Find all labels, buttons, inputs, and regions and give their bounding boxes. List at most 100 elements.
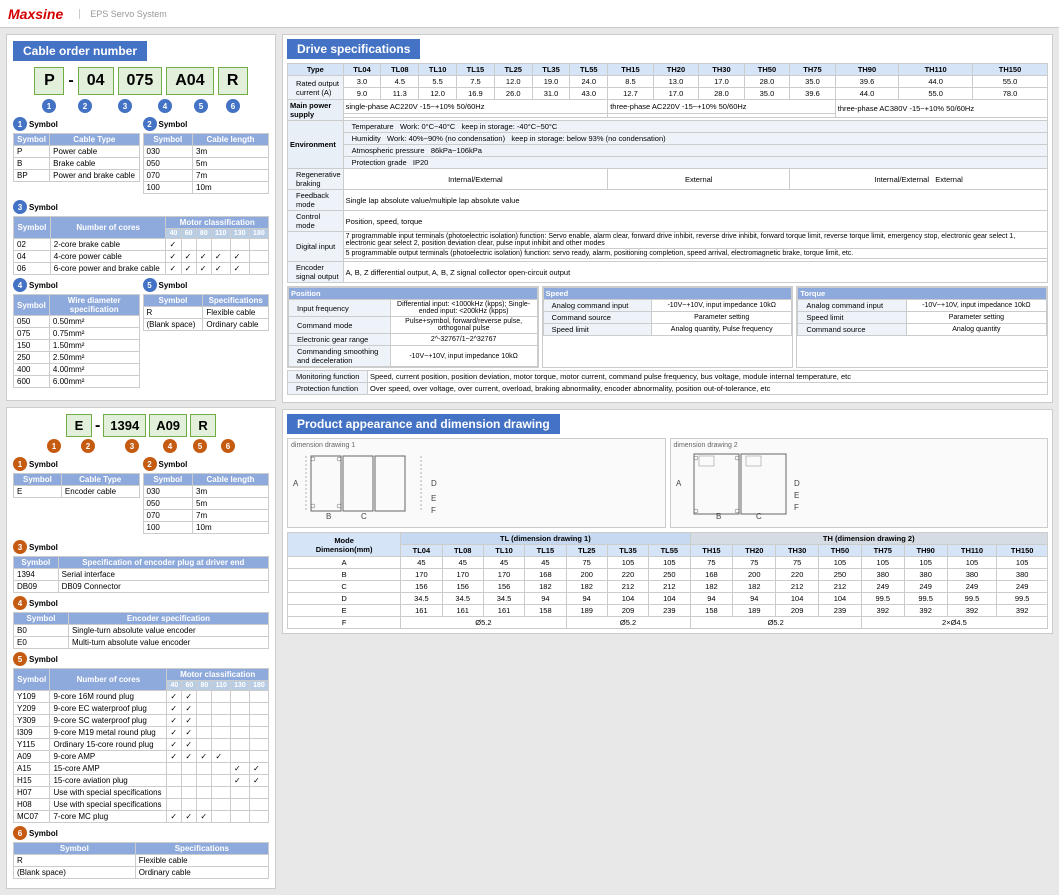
circle-e5: 5 bbox=[193, 439, 207, 453]
right-panel: Drive specifications Type TL04TL08TL10TL… bbox=[282, 34, 1053, 889]
table-row: P bbox=[14, 146, 50, 158]
table-row: 02 bbox=[14, 239, 51, 251]
position-table-container: Position Input frequencyDifferential inp… bbox=[287, 286, 539, 368]
table-row: H15 bbox=[14, 775, 50, 787]
circle-4: 4 bbox=[158, 99, 172, 113]
p-section4: 4Symbol SymbolWire diameter specificatio… bbox=[13, 278, 140, 391]
speed-table-container: Speed Analog command input-10V~+10V, inp… bbox=[542, 286, 794, 368]
drawing-box-2: dimension drawing 2 A B C bbox=[670, 438, 1049, 528]
table-row: 3.0 bbox=[343, 76, 381, 88]
table-row: A15 bbox=[14, 763, 50, 775]
circle-e3: 3 bbox=[125, 439, 139, 453]
table-row: 070 bbox=[143, 510, 193, 522]
p-s4-label: 4Symbol bbox=[13, 278, 140, 292]
p-section5: 5Symbol SymbolSpecifications RFlexible c… bbox=[143, 278, 270, 391]
svg-text:E: E bbox=[431, 494, 436, 503]
monitoring-table: Monitoring function Speed, current posit… bbox=[287, 370, 1048, 395]
table-row: 030 bbox=[143, 146, 193, 158]
p-s5-table: SymbolSpecifications RFlexible cable (Bl… bbox=[143, 294, 270, 331]
cable-order-p-box: Cable order number P - 04 075 A04 R 1 2 … bbox=[6, 34, 276, 401]
table-row: 050 bbox=[143, 158, 193, 170]
circle-2: 2 bbox=[78, 99, 92, 113]
code-cell-075: 075 bbox=[118, 67, 163, 95]
svg-text:F: F bbox=[794, 503, 799, 512]
circle-5: 5 bbox=[194, 99, 208, 113]
p-section3: 3Symbol Symbol Number of cores Motor cla… bbox=[13, 200, 269, 275]
p-section1: 1Symbol SymbolCable Type PPower cable BB… bbox=[13, 117, 140, 197]
table-row: 050 bbox=[14, 316, 50, 328]
e-s5-label: 5Symbol bbox=[13, 652, 269, 666]
e-s2-label: 2Symbol bbox=[143, 457, 270, 471]
svg-text:B: B bbox=[326, 512, 331, 521]
circle-6: 6 bbox=[226, 99, 240, 113]
svg-text:B: B bbox=[716, 512, 721, 521]
table-row: Y115 bbox=[14, 739, 50, 751]
table-row: 070 bbox=[143, 170, 193, 182]
drawing-box-1: dimension drawing 1 A B C bbox=[287, 438, 666, 528]
table-row: 050 bbox=[143, 498, 193, 510]
main-area: Cable order number P - 04 075 A04 R 1 2 … bbox=[0, 28, 1059, 895]
cable-order-e-box: E - 1394 A09 R 1 2 3 4 5 6 bbox=[6, 407, 276, 889]
p-s4-table: SymbolWire diameter specification 0500.5… bbox=[13, 294, 140, 388]
dimension-table: ModeDimension(mm) TL (dimension drawing … bbox=[287, 532, 1048, 629]
code-cell-e: E bbox=[66, 414, 92, 437]
e-s1-label: 1Symbol bbox=[13, 457, 140, 471]
p-section2: 2Symbol SymbolCable length 0303m 0505m 0… bbox=[143, 117, 270, 197]
table-row: (Blank space) bbox=[14, 867, 136, 879]
product-drawing-section: Product appearance and dimension drawing… bbox=[282, 409, 1053, 634]
cable-order-title: Cable order number bbox=[13, 41, 147, 61]
table-row: B bbox=[14, 158, 50, 170]
drive-spec-section: Drive specifications Type TL04TL08TL10TL… bbox=[282, 34, 1053, 403]
e-section2: 2Symbol SymbolCable length 0303m 0505m 0… bbox=[143, 457, 270, 537]
topbar-subtitle: EPS Servo System bbox=[79, 9, 167, 19]
p-s1-table: SymbolCable Type PPower cable BBrake cab… bbox=[13, 133, 140, 182]
e-s4-label: 4Symbol bbox=[13, 596, 269, 610]
code-cell-04: 04 bbox=[78, 67, 114, 95]
table-row: 250 bbox=[14, 352, 50, 364]
code-cell-p: P bbox=[34, 67, 64, 95]
circle-e1: 1 bbox=[47, 439, 61, 453]
circle-3: 3 bbox=[118, 99, 132, 113]
table-row: 100 bbox=[143, 182, 193, 194]
circle-e2: 2 bbox=[81, 439, 95, 453]
table-row: BP bbox=[14, 170, 50, 182]
drawing-svg-1: A B C D E bbox=[291, 451, 662, 521]
table-row: I309 bbox=[14, 727, 50, 739]
svg-text:A: A bbox=[676, 479, 682, 488]
table-row: Y109 bbox=[14, 691, 50, 703]
e-section1: 1Symbol SymbolCable Type EEncoder cable bbox=[13, 457, 140, 537]
position-table: Position Input frequencyDifferential inp… bbox=[288, 287, 538, 367]
p-s2-label: 2Symbol bbox=[143, 117, 270, 131]
table-row: MC07 bbox=[14, 811, 50, 823]
table-row: 04 bbox=[14, 251, 51, 263]
code-num-p: 1 2 3 4 5 6 bbox=[13, 99, 269, 113]
speed-table: Speed Analog command input-10V~+10V, inp… bbox=[543, 287, 793, 336]
p-s1-label: 1Symbol bbox=[13, 117, 140, 131]
table-row: Y209 bbox=[14, 703, 50, 715]
table-row: A09 bbox=[14, 751, 50, 763]
code-cell-a09: A09 bbox=[149, 414, 187, 437]
svg-text:E: E bbox=[794, 491, 799, 500]
e-s5-table: Symbol Number of cores Motor classificat… bbox=[13, 668, 269, 823]
company-logo: Maxsine bbox=[8, 6, 63, 22]
p-s2-table: SymbolCable length 0303m 0505m 0707m 100… bbox=[143, 133, 270, 194]
drive-sub-tables: Position Input frequencyDifferential inp… bbox=[287, 286, 1048, 368]
svg-text:D: D bbox=[431, 479, 437, 488]
code-display-p: P - 04 075 A04 R bbox=[13, 67, 269, 95]
e-section6: 6Symbol SymbolSpecifications RFlexible c… bbox=[13, 826, 269, 879]
product-drawing-title: Product appearance and dimension drawing bbox=[287, 414, 560, 434]
p-sections-row2: 4Symbol SymbolWire diameter specificatio… bbox=[13, 278, 269, 391]
svg-text:C: C bbox=[361, 512, 367, 521]
table-row: 150 bbox=[14, 340, 50, 352]
code-cell-r-e: R bbox=[190, 414, 216, 437]
e-s4-table: SymbolEncoder specification B0Single-tur… bbox=[13, 612, 269, 649]
e-s3-label: 3Symbol bbox=[13, 540, 269, 554]
table-row: (Blank space) bbox=[143, 319, 203, 331]
circle-1: 1 bbox=[42, 99, 56, 113]
e-s1-table: SymbolCable Type EEncoder cable bbox=[13, 473, 140, 498]
topbar: Maxsine EPS Servo System bbox=[0, 0, 1059, 28]
torque-table-container: Torque Analog command input-10V~+10V, in… bbox=[796, 286, 1048, 368]
table-row: DB09 bbox=[14, 581, 59, 593]
circle-e6: 6 bbox=[221, 439, 235, 453]
svg-text:D: D bbox=[794, 479, 800, 488]
